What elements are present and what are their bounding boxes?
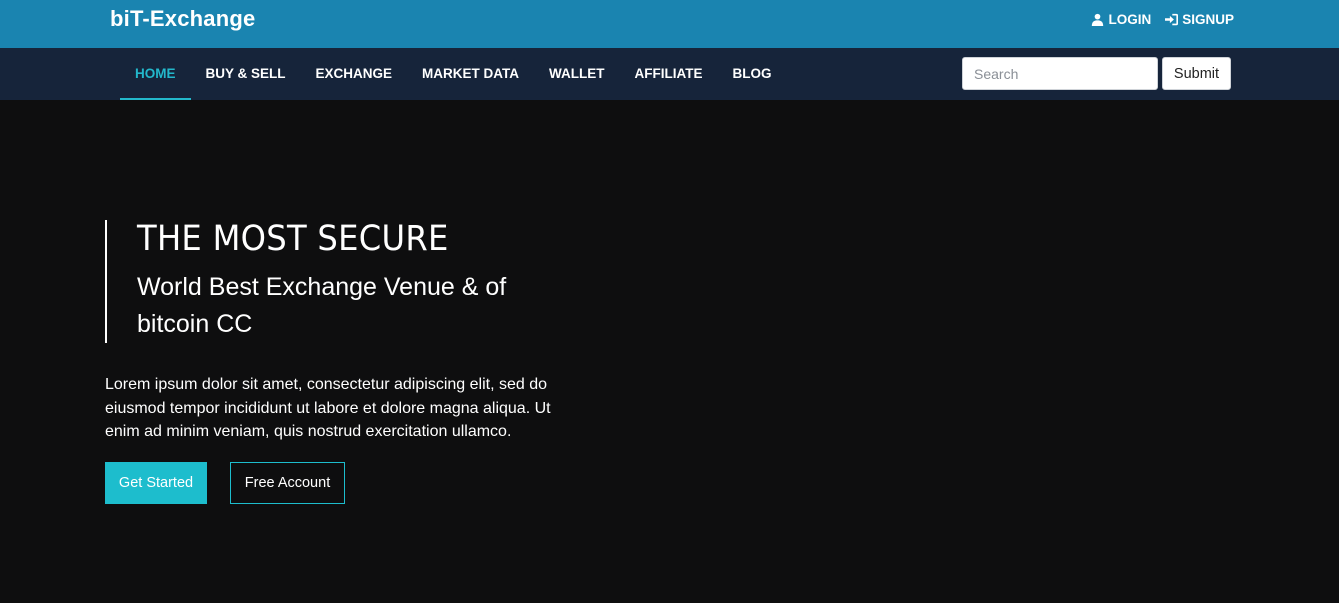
headline-block: THE MOST SECURE World Best Exchange Venu… xyxy=(105,220,575,343)
search-form: Submit xyxy=(962,57,1231,90)
nav-item-exchange[interactable]: EXCHANGE xyxy=(301,48,408,100)
login-label: LOGIN xyxy=(1108,12,1152,27)
cta-buttons: Get Started Free Account xyxy=(105,462,345,504)
nav-item-blog[interactable]: BLOG xyxy=(718,48,787,100)
top-header: biT-Exchange LOGIN SIGNUP xyxy=(0,0,1339,48)
signup-label: SIGNUP xyxy=(1182,12,1234,27)
free-account-button[interactable]: Free Account xyxy=(230,462,345,504)
nav-item-home[interactable]: HOME xyxy=(120,48,191,100)
main-navbar: HOME BUY & SELL EXCHANGE MARKET DATA WAL… xyxy=(0,48,1339,100)
login-link[interactable]: LOGIN xyxy=(1091,12,1151,27)
nav-item-wallet[interactable]: WALLET xyxy=(534,48,620,100)
auth-links: LOGIN SIGNUP xyxy=(1091,12,1234,27)
hero-headline: THE MOST SECURE xyxy=(137,219,449,259)
signup-link[interactable]: SIGNUP xyxy=(1165,12,1234,27)
nav-item-market-data[interactable]: MARKET DATA xyxy=(407,48,534,100)
search-input[interactable] xyxy=(962,57,1158,90)
get-started-button[interactable]: Get Started xyxy=(105,462,207,504)
hero-description: Lorem ipsum dolor sit amet, consectetur … xyxy=(105,376,551,440)
nav-item-buy-sell[interactable]: BUY & SELL xyxy=(191,48,301,100)
site-logo[interactable]: biT-Exchange xyxy=(110,6,255,32)
submit-button[interactable]: Submit xyxy=(1162,57,1231,90)
user-icon xyxy=(1092,13,1104,26)
sign-in-icon xyxy=(1165,13,1179,26)
nav-menu: HOME BUY & SELL EXCHANGE MARKET DATA WAL… xyxy=(120,48,787,100)
hero-subheadline: World Best Exchange Venue & of bitcoin C… xyxy=(137,273,507,338)
hero-section: THE MOST SECURE World Best Exchange Venu… xyxy=(0,100,1339,603)
nav-item-affiliate[interactable]: AFFILIATE xyxy=(620,48,718,100)
